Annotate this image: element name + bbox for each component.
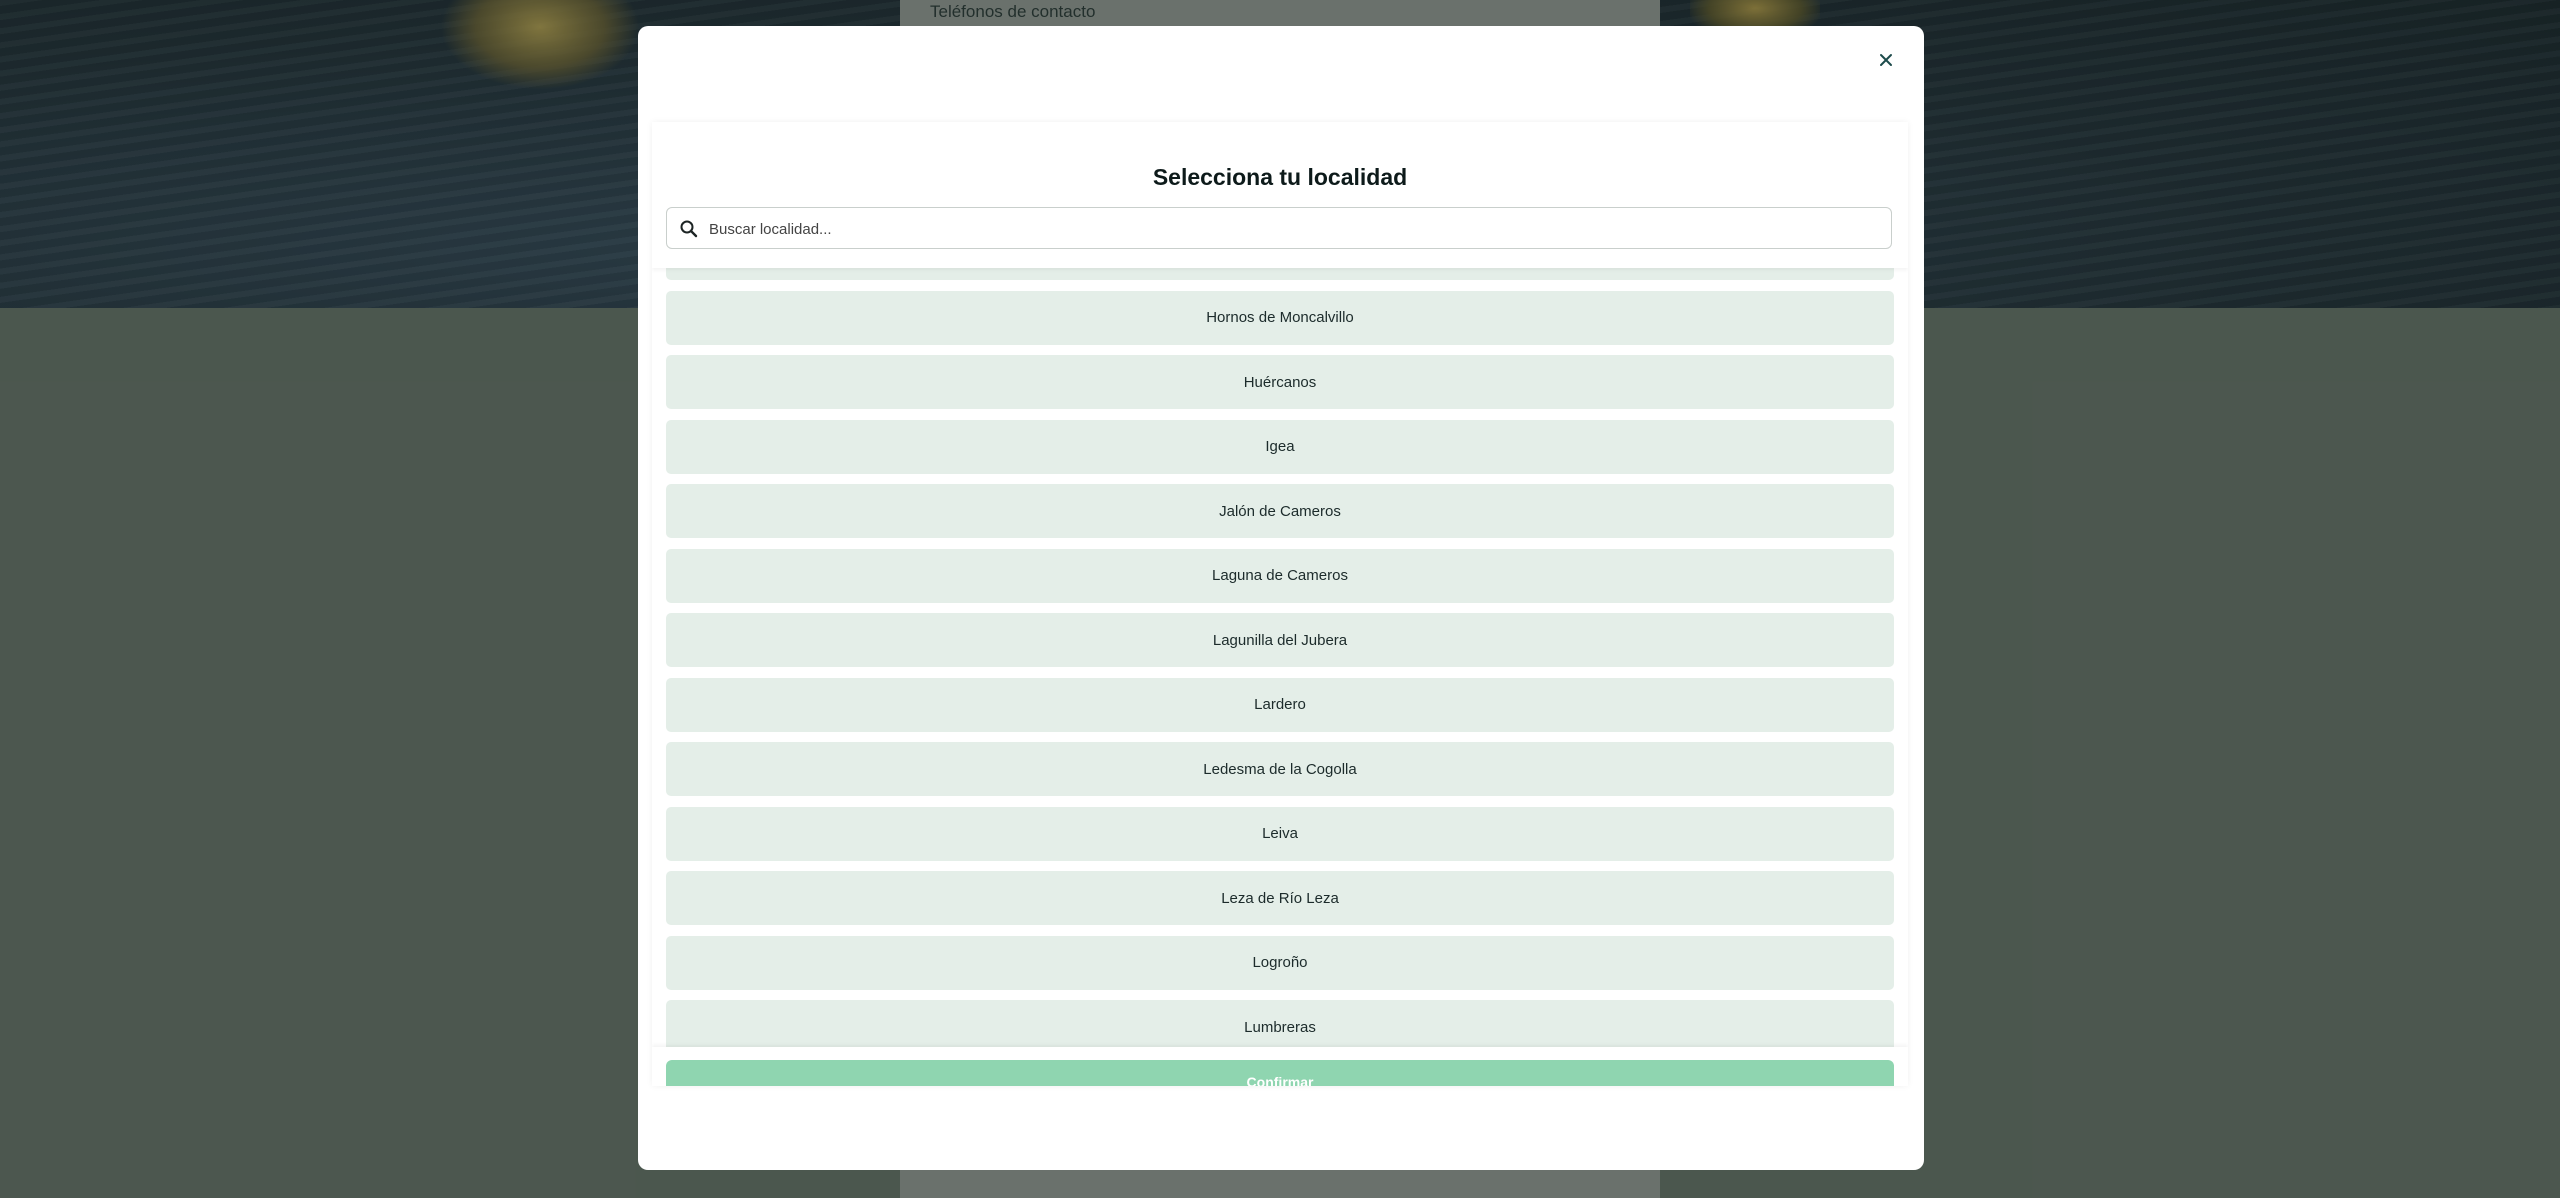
search-box[interactable] <box>666 207 1892 250</box>
locality-list[interactable]: Hornillos de CamerosHornos de Moncalvill… <box>666 226 1894 1065</box>
close-button[interactable] <box>1872 46 1900 74</box>
locality-modal: Selecciona tu localidad Hornillos de Cam… <box>638 26 1924 1170</box>
locality-item[interactable]: Ledesma de la Cogolla <box>666 742 1894 796</box>
locality-item[interactable]: Leiva <box>666 806 1894 861</box>
locality-item[interactable]: Laguna de Cameros <box>666 548 1894 603</box>
locality-item[interactable]: Huércanos <box>666 355 1894 409</box>
locality-item[interactable]: Lardero <box>666 677 1894 732</box>
panel-header: Selecciona tu localidad <box>652 122 1908 268</box>
search-icon <box>680 220 698 238</box>
locality-item[interactable]: Igea <box>666 419 1894 474</box>
modal-title: Selecciona tu localidad <box>1152 164 1408 190</box>
search-input[interactable] <box>707 208 1881 250</box>
locality-item[interactable]: Jalón de Cameros <box>666 484 1894 538</box>
locality-item[interactable]: Hornos de Moncalvillo <box>666 290 1894 345</box>
locality-panel: Selecciona tu localidad Hornillos de Cam… <box>652 122 1908 1086</box>
locality-item[interactable]: Lagunilla del Jubera <box>666 613 1894 667</box>
locality-item[interactable]: Logroño <box>666 935 1894 990</box>
locality-item[interactable]: Leza de Río Leza <box>666 871 1894 925</box>
page: Teléfonos de contacto Selecciona tu loca… <box>0 0 2560 1198</box>
panel-footer: Confirmar <box>652 1047 1908 1086</box>
confirm-button[interactable]: Confirmar <box>666 1060 1894 1086</box>
close-icon <box>1880 54 1892 66</box>
locality-item[interactable]: Lumbreras <box>666 1000 1894 1054</box>
